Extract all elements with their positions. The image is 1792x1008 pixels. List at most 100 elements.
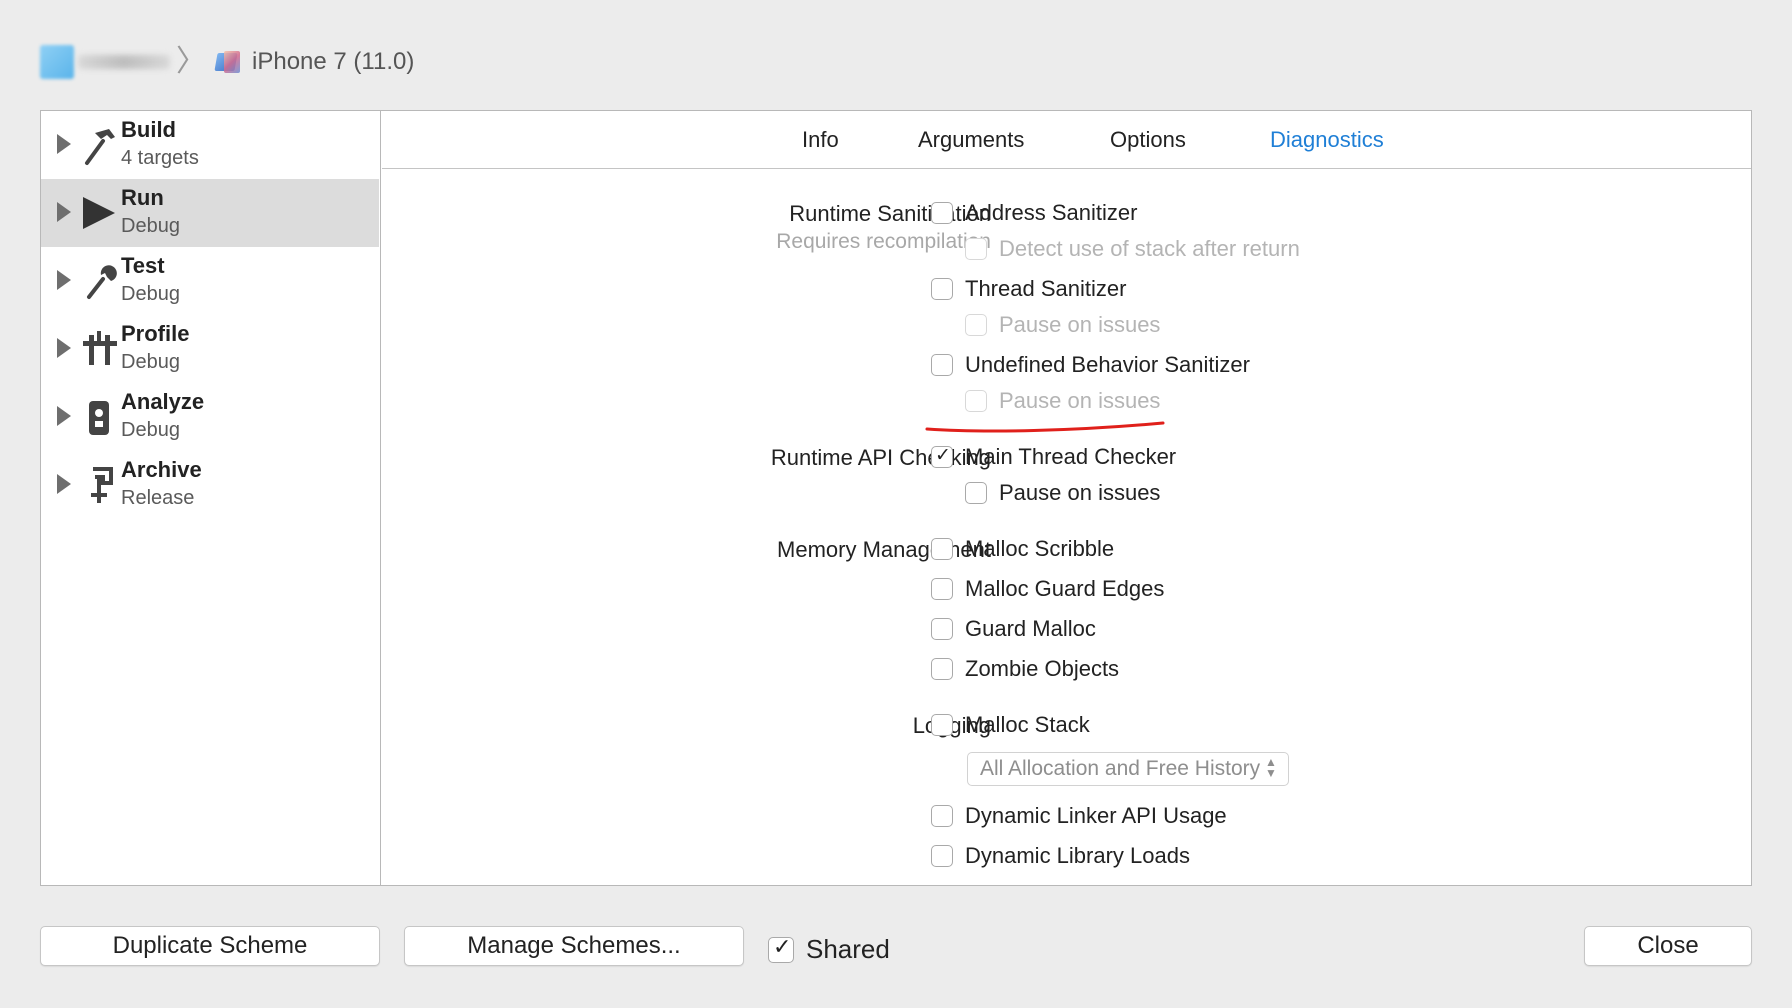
tuning-fork-icon [83, 331, 117, 365]
wrench-icon [87, 265, 117, 299]
checkbox-label: Main Thread Checker [965, 444, 1177, 469]
scheme-actions-sidebar: Build 4 targets Run Debug Test Debug Pro… [41, 111, 381, 885]
main-thread-checker-checkbox[interactable]: Main Thread Checker [931, 442, 1176, 472]
checkbox-box[interactable] [931, 658, 953, 680]
thread-sanitizer-pause-checkbox: Pause on issues [965, 310, 1160, 340]
checkbox-box [965, 390, 987, 412]
checkbox-label: Guard Malloc [965, 616, 1096, 641]
simulator-device-icon [214, 49, 242, 75]
action-subtitle: Debug [121, 419, 180, 441]
checkbox-label: Thread Sanitizer [965, 276, 1127, 301]
scheme-editor-panel: Build 4 targets Run Debug Test Debug Pro… [40, 110, 1752, 886]
checkbox-box[interactable] [931, 618, 953, 640]
detect-stack-after-return-checkbox: Detect use of stack after return [965, 234, 1300, 264]
hammer-icon [85, 129, 115, 165]
close-button[interactable]: Close [1584, 926, 1752, 966]
checkbox-label: Undefined Behavior Sanitizer [965, 352, 1250, 377]
requires-recompilation-note: Requires recompilation [776, 230, 991, 253]
checkbox-box[interactable] [931, 202, 953, 224]
checkbox-box[interactable] [931, 578, 953, 600]
checkbox-label: Dynamic Library Loads [965, 843, 1190, 868]
checkbox-label: Pause on issues [999, 312, 1161, 337]
action-title: Build [121, 117, 176, 142]
tab-arguments[interactable]: Arguments [918, 127, 1024, 153]
checkbox-label: Dynamic Linker API Usage [965, 803, 1227, 828]
action-subtitle: Debug [121, 215, 180, 237]
action-title: Test [121, 253, 165, 278]
red-underline-annotation [925, 421, 1165, 433]
checkbox-box[interactable] [931, 845, 953, 867]
play-icon [83, 197, 115, 229]
archive-icon [91, 467, 113, 503]
checkbox-label: Detect use of stack after return [999, 236, 1300, 261]
tab-info[interactable]: Info [802, 127, 839, 153]
sidebar-item-test[interactable]: Test Debug [41, 247, 379, 315]
sidebar-item-build[interactable]: Build 4 targets [41, 111, 379, 179]
disclosure-triangle-icon[interactable] [57, 270, 71, 290]
malloc-guard-edges-checkbox[interactable]: Malloc Guard Edges [931, 574, 1164, 604]
select-value: All Allocation and Free History [980, 757, 1261, 780]
checkbox-label: Malloc Scribble [965, 536, 1115, 561]
checkbox-box[interactable] [931, 538, 953, 560]
analyze-icon [89, 401, 109, 435]
tab-diagnostics[interactable]: Diagnostics [1270, 127, 1384, 153]
checkbox-box[interactable] [931, 805, 953, 827]
manage-schemes-button[interactable]: Manage Schemes... [404, 926, 744, 966]
address-sanitizer-checkbox[interactable]: Address Sanitizer [931, 198, 1137, 228]
zombie-objects-checkbox[interactable]: Zombie Objects [931, 654, 1119, 684]
tab-bar: Info Arguments Options Diagnostics [382, 111, 1751, 169]
chevron-right-icon: 〉 [176, 45, 206, 78]
action-subtitle: Release [121, 487, 195, 509]
checkbox-label: Malloc Guard Edges [965, 576, 1165, 601]
malloc-stack-checkbox[interactable]: Malloc Stack [931, 710, 1090, 740]
checkbox-box [965, 314, 987, 336]
dynamic-linker-api-usage-checkbox[interactable]: Dynamic Linker API Usage [931, 801, 1227, 831]
main-thread-pause-checkbox[interactable]: Pause on issues [965, 478, 1160, 508]
checkbox-box [965, 238, 987, 260]
checkbox-label: Malloc Stack [965, 712, 1090, 737]
checkbox-box[interactable] [931, 714, 953, 736]
thread-sanitizer-checkbox[interactable]: Thread Sanitizer [931, 274, 1126, 304]
action-subtitle: 4 targets [121, 147, 199, 169]
malloc-scribble-checkbox[interactable]: Malloc Scribble [931, 534, 1114, 564]
scheme-breadcrumb[interactable]: 〉 iPhone 7 (11.0) [40, 44, 414, 80]
disclosure-triangle-icon[interactable] [57, 474, 71, 494]
checkbox-box[interactable] [768, 935, 794, 963]
sidebar-item-profile[interactable]: Profile Debug [41, 315, 379, 383]
checkbox-box[interactable] [931, 278, 953, 300]
action-title: Archive [121, 457, 202, 482]
duplicate-scheme-button[interactable]: Duplicate Scheme [40, 926, 380, 966]
action-subtitle: Debug [121, 283, 180, 305]
dynamic-library-loads-checkbox[interactable]: Dynamic Library Loads [931, 841, 1190, 871]
checkbox-label: Pause on issues [999, 388, 1161, 413]
disclosure-triangle-icon[interactable] [57, 338, 71, 358]
sidebar-item-archive[interactable]: Archive Release [41, 451, 379, 519]
action-title: Profile [121, 321, 190, 346]
destination-device-label[interactable]: iPhone 7 (11.0) [252, 48, 414, 76]
project-icon [40, 45, 74, 79]
guard-malloc-checkbox[interactable]: Guard Malloc [931, 614, 1096, 644]
checkbox-box[interactable] [931, 444, 953, 468]
undefined-behavior-sanitizer-checkbox[interactable]: Undefined Behavior Sanitizer [931, 350, 1250, 380]
ub-sanitizer-pause-checkbox: Pause on issues [965, 386, 1160, 416]
tab-options[interactable]: Options [1110, 127, 1186, 153]
project-name-redacted [78, 55, 170, 69]
updown-chevron-icon: ▲ ▼ [1265, 755, 1277, 780]
checkbox-label: Shared [806, 934, 890, 964]
action-title: Run [121, 185, 164, 210]
disclosure-triangle-icon[interactable] [57, 406, 71, 426]
checkbox-box[interactable] [931, 354, 953, 376]
checkbox-label: Pause on issues [999, 480, 1161, 505]
disclosure-triangle-icon[interactable] [57, 134, 71, 154]
scheme-settings-content: Info Arguments Options Diagnostics Runti… [382, 111, 1751, 885]
action-title: Analyze [121, 389, 205, 414]
sidebar-item-run[interactable]: Run Debug [41, 179, 379, 247]
action-subtitle: Debug [121, 351, 180, 373]
sidebar-item-analyze[interactable]: Analyze Debug [41, 383, 379, 451]
disclosure-triangle-icon[interactable] [57, 202, 71, 222]
checkbox-box[interactable] [965, 482, 987, 504]
checkbox-label: Address Sanitizer [965, 200, 1138, 225]
shared-checkbox[interactable]: Shared [768, 934, 890, 965]
checkbox-label: Zombie Objects [965, 656, 1120, 681]
malloc-history-select: All Allocation and Free History ▲ ▼ [967, 752, 1289, 786]
